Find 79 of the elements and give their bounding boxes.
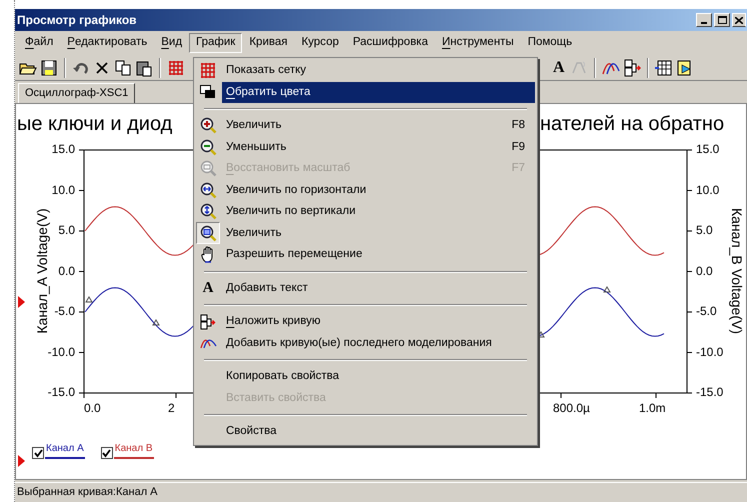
x-tick-label: 1.0m bbox=[639, 402, 666, 414]
menu-bar-item[interactable]: График bbox=[189, 33, 242, 53]
y-tick-label: 10.0 bbox=[696, 184, 720, 196]
status-text: Выбранная кривая:Канал А bbox=[17, 485, 158, 500]
x-tick-label: 0.0 bbox=[84, 402, 101, 414]
y-tick-label: -10.0 bbox=[48, 346, 75, 358]
grid-icon[interactable] bbox=[167, 58, 185, 76]
y-tick-label: 5.0 bbox=[696, 224, 713, 236]
y-tick-label: -5.0 bbox=[696, 305, 717, 317]
menu-bar-item[interactable]: Помощь bbox=[520, 33, 580, 53]
legend-entry: Канал В bbox=[114, 443, 154, 459]
menu-item[interactable]: Наложить кривую bbox=[196, 311, 535, 332]
zoom-vertical-icon bbox=[200, 203, 216, 220]
menu-bar-item[interactable]: Кривая bbox=[242, 33, 294, 53]
save-icon[interactable] bbox=[40, 58, 58, 76]
text-tool-icon: A bbox=[202, 280, 214, 296]
y-tick-label: 5.0 bbox=[58, 224, 75, 236]
menu-item[interactable]: A Добавить текст bbox=[196, 278, 535, 299]
y-tick-label: -15.0 bbox=[696, 386, 724, 398]
y-axis-label: Канал_A Voltage(V) bbox=[35, 207, 49, 336]
menu-bar-item[interactable]: Расшифровка bbox=[346, 33, 435, 53]
menu-bar-item[interactable]: Редактировать bbox=[60, 33, 154, 53]
y-tick-label: -15.0 bbox=[48, 386, 75, 398]
add-text-button[interactable]: A bbox=[551, 60, 567, 76]
menu-item[interactable]: Добавить кривую(ые) последнего моделирования bbox=[196, 332, 535, 354]
menu-bar-item[interactable]: Курсор bbox=[294, 33, 346, 53]
menu-item[interactable]: Разрешить перемещение bbox=[196, 244, 535, 266]
table-export-icon[interactable] bbox=[654, 58, 673, 76]
menu-item[interactable]: Увеличить bbox=[196, 222, 535, 244]
y-tick-label: 0.0 bbox=[58, 264, 75, 276]
menu-item[interactable]: Свойства bbox=[196, 421, 535, 442]
zoom-box-icon bbox=[200, 224, 216, 242]
overlay-curve-icon bbox=[200, 314, 216, 330]
paste-icon[interactable] bbox=[135, 58, 153, 76]
maximize-button[interactable] bbox=[714, 13, 730, 27]
y-tick-label: -5.0 bbox=[54, 305, 75, 317]
menu-item[interactable]: Увеличить по горизонтали bbox=[196, 180, 535, 201]
y-tick-label: 15.0 bbox=[52, 143, 75, 155]
marker-icon bbox=[537, 331, 545, 338]
invert-colors-icon bbox=[200, 85, 216, 100]
marker-icon bbox=[152, 319, 160, 326]
legend-checkbox[interactable] bbox=[100, 447, 113, 459]
y-tick-label: 0.0 bbox=[696, 264, 713, 276]
menu-item[interactable]: Уменьшить F9 bbox=[196, 136, 535, 158]
menu-bar-item[interactable]: Файл bbox=[18, 33, 60, 53]
minimize-button[interactable] bbox=[696, 13, 712, 27]
window-title: Просмотр графиков bbox=[17, 12, 137, 29]
grid-icon bbox=[200, 63, 216, 78]
legend-checkbox[interactable] bbox=[32, 447, 44, 459]
x-tick-label: 800.0µ bbox=[553, 402, 590, 414]
overlay-curve-icon[interactable] bbox=[622, 58, 641, 76]
y-tick-label: 15.0 bbox=[696, 143, 720, 155]
copy-icon[interactable] bbox=[114, 58, 132, 76]
zoom-reset-icon bbox=[200, 160, 216, 178]
y-axis-label: Канал_B Voltage(V) bbox=[730, 206, 744, 336]
y-tick-label: 10.0 bbox=[52, 184, 75, 196]
x-tick-label: 2 bbox=[168, 402, 175, 414]
chart-title: нателей на обратно bbox=[540, 114, 724, 134]
add-curves-icon bbox=[200, 337, 216, 350]
y-tick-label: -10.0 bbox=[696, 346, 724, 358]
menu-item[interactable]: Увеличить F8 bbox=[196, 115, 535, 136]
menu-bar-item[interactable]: Инструменты bbox=[435, 33, 521, 53]
tab[interactable]: Осциллограф-XSC1 bbox=[18, 83, 136, 103]
menu-item[interactable]: Показать сетку bbox=[196, 60, 535, 82]
menu-bar-item[interactable]: Вид bbox=[154, 33, 190, 53]
chart-title: ые ключи и диод bbox=[17, 114, 172, 134]
menu-item[interactable]: Копировать свойства bbox=[196, 366, 535, 388]
marker-icon bbox=[603, 286, 611, 292]
zoom-in-icon bbox=[200, 117, 216, 134]
cursor-marker-icon bbox=[18, 296, 25, 308]
close-button[interactable] bbox=[732, 13, 746, 27]
zoom-horizontal-icon bbox=[200, 182, 216, 199]
close-icon bbox=[735, 16, 743, 24]
menu-item[interactable]: Увеличить по вертикали bbox=[196, 201, 535, 222]
marker-icon bbox=[85, 296, 93, 302]
zoom-out-icon bbox=[200, 138, 216, 156]
legend-entry: Канал А bbox=[45, 443, 85, 459]
hand-icon bbox=[200, 246, 216, 264]
cursor-marker-icon bbox=[18, 455, 25, 467]
